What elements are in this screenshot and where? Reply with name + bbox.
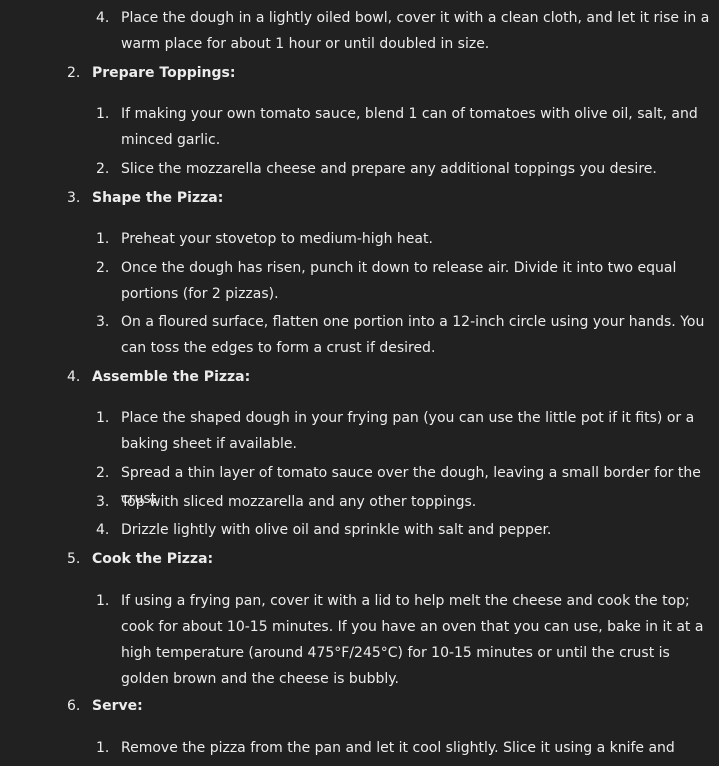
substep-text: Preheat your stovetop to medium-high hea… xyxy=(121,231,433,247)
substep-text: Once the dough has risen, punch it down … xyxy=(121,260,677,302)
substep-number: 1. xyxy=(96,593,110,609)
step-number: 6. xyxy=(67,698,81,714)
step-number: 5. xyxy=(67,551,81,567)
substep-list-item: 1. Remove the pizza from the pan and let… xyxy=(96,735,710,766)
substep-number: 1. xyxy=(96,410,110,426)
substep-text: If using a frying pan, cover it with a l… xyxy=(121,593,704,687)
substep-list-item: 3. On a floured surface, flatten one por… xyxy=(96,309,710,361)
substep-list-item: 1. Place the shaped dough in your frying… xyxy=(96,405,710,457)
substep-number: 1. xyxy=(96,740,110,756)
substep-text: Place the dough in a lightly oiled bowl,… xyxy=(121,10,710,52)
substep-text: Top with sliced mozzarella and any other… xyxy=(121,494,477,510)
step-list-item: 6. Serve: xyxy=(67,693,143,719)
step-title: Serve: xyxy=(92,698,143,714)
substep-list-item: 3. Top with sliced mozzarella and any ot… xyxy=(96,489,710,515)
substep-number: 2. xyxy=(96,161,110,177)
substep-text: On a floured surface, flatten one portio… xyxy=(121,314,705,356)
substep-text: If making your own tomato sauce, blend 1… xyxy=(121,106,698,148)
step-list-item: 4. Assemble the Pizza: xyxy=(67,364,250,390)
substep-text: Slice the mozzarella cheese and prepare … xyxy=(121,161,657,177)
step-number: 3. xyxy=(67,190,81,206)
step-title: Shape the Pizza: xyxy=(92,190,224,206)
substep-list-item: 2. Once the dough has risen, punch it do… xyxy=(96,255,710,307)
recipe-instructions: 4. Place the dough in a lightly oiled bo… xyxy=(0,0,719,766)
substep-list-item: 4. Place the dough in a lightly oiled bo… xyxy=(96,5,710,57)
step-title: Prepare Toppings: xyxy=(92,65,236,81)
step-title: Cook the Pizza: xyxy=(92,551,214,567)
substep-number: 3. xyxy=(96,314,110,330)
substep-number: 4. xyxy=(96,522,110,538)
substep-number: 1. xyxy=(96,231,110,247)
substep-list-item: 4. Drizzle lightly with olive oil and sp… xyxy=(96,517,710,543)
substep-text: Drizzle lightly with olive oil and sprin… xyxy=(121,522,552,538)
step-title: Assemble the Pizza: xyxy=(92,369,251,385)
step-list-item: 3. Shape the Pizza: xyxy=(67,185,223,211)
substep-list-item: 1. If using a frying pan, cover it with … xyxy=(96,588,710,692)
substep-list-item: 2. Slice the mozzarella cheese and prepa… xyxy=(96,156,710,182)
substep-number: 1. xyxy=(96,106,110,122)
substep-number: 4. xyxy=(96,10,110,26)
substep-list-item: 1. If making your own tomato sauce, blen… xyxy=(96,101,710,153)
substep-text: Place the shaped dough in your frying pa… xyxy=(121,410,695,452)
substep-number: 2. xyxy=(96,260,110,276)
substep-number: 3. xyxy=(96,494,110,510)
step-list-item: 5. Cook the Pizza: xyxy=(67,546,213,572)
step-number: 4. xyxy=(67,369,81,385)
step-number: 2. xyxy=(67,65,81,81)
substep-list-item: 1. Preheat your stovetop to medium-high … xyxy=(96,226,710,252)
step-list-item: 2. Prepare Toppings: xyxy=(67,60,235,86)
substep-text: Remove the pizza from the pan and let it… xyxy=(121,740,675,756)
